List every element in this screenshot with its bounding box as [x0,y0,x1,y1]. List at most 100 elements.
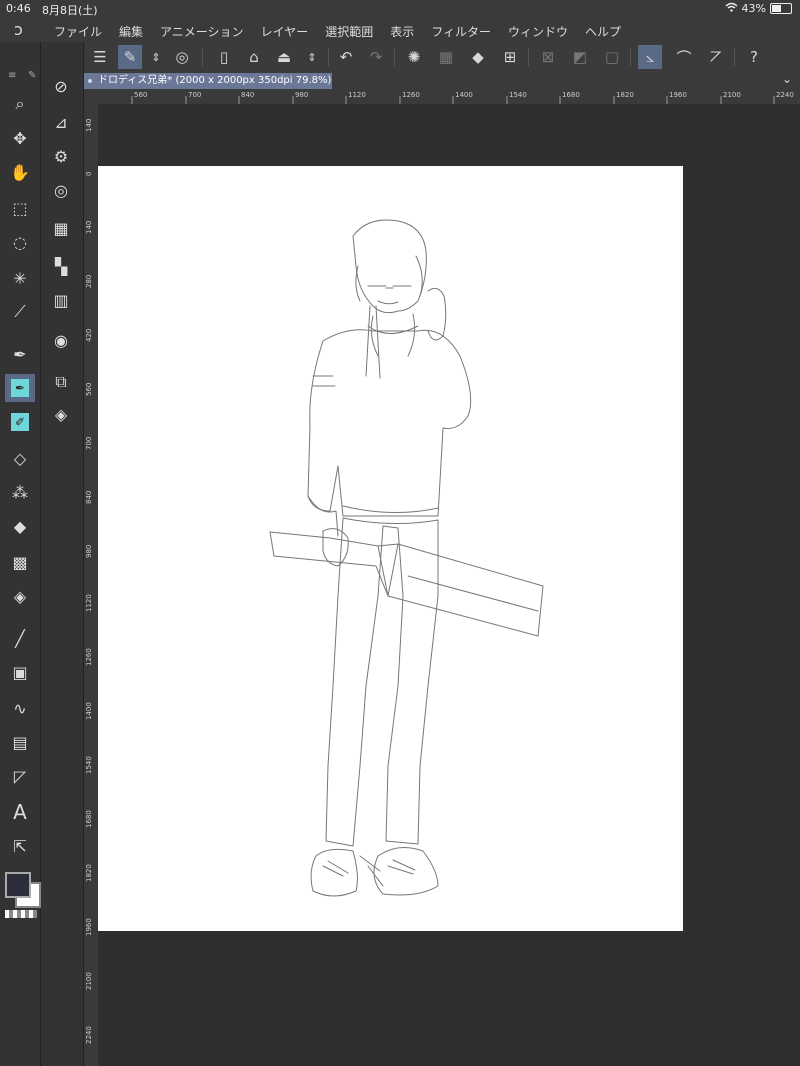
horizontal-ruler[interactable]: 560 700 840 980 1120 1260 1400 1540 1680… [98,90,800,105]
move-icon[interactable]: ✥ [5,124,35,152]
menu-edit[interactable]: 編集 [119,23,143,40]
ruler-v-label: 1120 [85,594,93,612]
menu-items: ファイル 編集 アニメーション レイヤー 選択範囲 表示 フィルター ウィンドウ… [54,23,621,40]
ruler-h-label: 1400 [455,91,473,99]
transform-icon[interactable]: ▦ [434,45,458,69]
stepper-icon[interactable]: ⇕ [144,45,168,69]
menu-filter[interactable]: フィルター [431,23,491,40]
pen-stabilize-icon[interactable]: ⦣ [638,45,662,69]
ruler-h-label: 1680 [562,91,580,99]
document-tabbar: ドロディス兄弟* (2000 x 2000px 350dpi 79.8%) ⌄ [84,72,800,90]
magic-wand-icon[interactable]: ✳ [5,264,35,292]
menu-window[interactable]: ウィンドウ [508,23,568,40]
pattern-icon[interactable]: ▩ [5,548,35,576]
zoom-icon[interactable]: ⌕ [5,90,35,118]
lasso-icon[interactable]: ◌ [5,228,35,256]
pen-icon[interactable]: ✒ [5,340,35,368]
line-icon[interactable]: ╱ [5,624,35,652]
brush-icon[interactable]: ⌒ [672,45,696,69]
airbrush-icon[interactable]: ⁂ [5,478,35,506]
new-file-icon[interactable]: ▯ [212,45,236,69]
tab-dot-icon [88,79,92,83]
menu-layer[interactable]: レイヤー [261,23,309,40]
pointer-icon[interactable]: ⇱ [5,832,35,860]
wave-icon[interactable]: ∿ [5,694,35,722]
menu-animation[interactable]: アニメーション [160,23,244,40]
menu-file[interactable]: ファイル [54,23,102,40]
tool-menu-icon[interactable]: ≡ [8,70,16,81]
canvas-area[interactable] [98,104,800,1066]
sub-document-icon[interactable]: ▦ [46,214,76,242]
line-art-figure [269,219,544,897]
ruler-v-label: 2100 [85,972,93,990]
hand-icon[interactable]: ✋ [5,158,35,186]
sub-layer-edit-icon[interactable]: ⊿ [46,108,76,136]
ruler-v-label: 0 [85,171,93,176]
document-tab-label: ドロディス兄弟* (2000 x 2000px 350dpi 79.8%) [98,75,332,86]
gradient-icon[interactable]: ▣ [5,658,35,686]
help-icon[interactable]: ? [742,45,766,69]
crop-icon[interactable]: ⊞ [498,45,522,69]
save-icon[interactable]: ⏏ [272,45,296,69]
menu-help[interactable]: ヘルプ [585,23,621,40]
chevron-down-icon[interactable]: ⌄ [782,72,792,86]
main-color-swatch[interactable] [5,872,31,898]
menu-icon[interactable]: ☰ [88,45,112,69]
loading-icon[interactable]: ✺ [402,45,426,69]
redo-icon[interactable]: ↷ [364,45,388,69]
transparent-color-swatch[interactable] [5,910,37,918]
document-tab[interactable]: ドロディス兄弟* (2000 x 2000px 350dpi 79.8%) [84,73,332,89]
ruler-h-label: 700 [188,91,202,99]
ruler-h-label: 1120 [348,91,366,99]
updown-icon[interactable]: ⇕ [300,45,324,69]
ruler-h-label: 2100 [723,91,741,99]
ruler-h-label: 980 [295,91,309,99]
ruler-icon[interactable]: ⦢ [704,45,728,69]
open-folder-icon[interactable]: ⌂ [242,45,266,69]
ruler-v-label: 1680 [85,810,93,828]
status-time: 0:46 [6,2,31,15]
sub-layers-icon[interactable]: ◈ [46,400,76,428]
vertical-ruler[interactable]: 140 0 140 280 420 560 700 840 980 1120 1… [84,104,99,1066]
sub-layer-search-icon[interactable]: ⧉ [46,368,76,396]
eyedropper-icon[interactable]: ⟋ [5,298,35,326]
layer-stack-icon[interactable]: ▤ [5,728,35,756]
pen-active-icon[interactable]: ✒ [5,374,35,402]
wifi-icon [725,2,738,15]
invert-icon[interactable]: ◩ [568,45,592,69]
menu-selection[interactable]: 選択範囲 [325,23,373,40]
sub-circle-icon[interactable]: ◉ [46,326,76,354]
pen-teal-icon[interactable]: ✐ [5,408,35,436]
deselect-icon[interactable]: ⊠ [536,45,560,69]
ruler-h-label: 1820 [616,91,634,99]
eraser-icon[interactable]: ◇ [5,444,35,472]
sub-layer-target-icon[interactable]: ◎ [46,176,76,204]
sub-layer-settings-icon[interactable]: ⚙ [46,142,76,170]
object-select-icon[interactable]: ⬚ [5,194,35,222]
spiral-icon[interactable]: ◎ [170,45,194,69]
sub-filmstrip-icon[interactable]: ▥ [46,286,76,314]
tool-palette: ≡ ✎ ⌕ ✥ ✋ ⬚ ◌ ✳ ⟋ ✒ ✒ ✐ ◇ ⁂ ◆ ▩ ◈ ╱ ▣ ∿ … [0,42,41,1066]
fill-icon[interactable]: ◆ [466,45,490,69]
text-icon[interactable]: A [5,798,35,826]
status-right: 43% [725,2,792,15]
ruler-v-label: 700 [85,436,93,450]
sub-grid-icon[interactable]: ▚ [46,252,76,280]
status-bar: 0:46 8月8日(土) 43% [0,0,800,18]
menu-view[interactable]: 表示 [390,23,414,40]
drawing-canvas[interactable] [98,166,683,931]
blend-icon[interactable]: ◈ [5,582,35,610]
ruler-h-label: 2240 [776,91,794,99]
undo-icon[interactable]: ↶ [334,45,358,69]
ruler-h-label: 560 [134,91,148,99]
battery-icon [770,3,792,14]
border-icon[interactable]: ▢ [600,45,624,69]
triangle-icon[interactable]: ◸ [5,762,35,790]
fill-bucket-icon[interactable]: ◆ [5,512,35,540]
tool-pen-small-icon[interactable]: ✎ [28,70,36,81]
ruler-v-label: 140 [85,220,93,234]
edit-icon[interactable]: ✎ [118,45,142,69]
sub-zoom-reset-icon[interactable]: ⊘ [46,72,76,100]
ruler-v-label: 1260 [85,648,93,666]
app-logo-icon[interactable]: ↄ [14,20,23,39]
